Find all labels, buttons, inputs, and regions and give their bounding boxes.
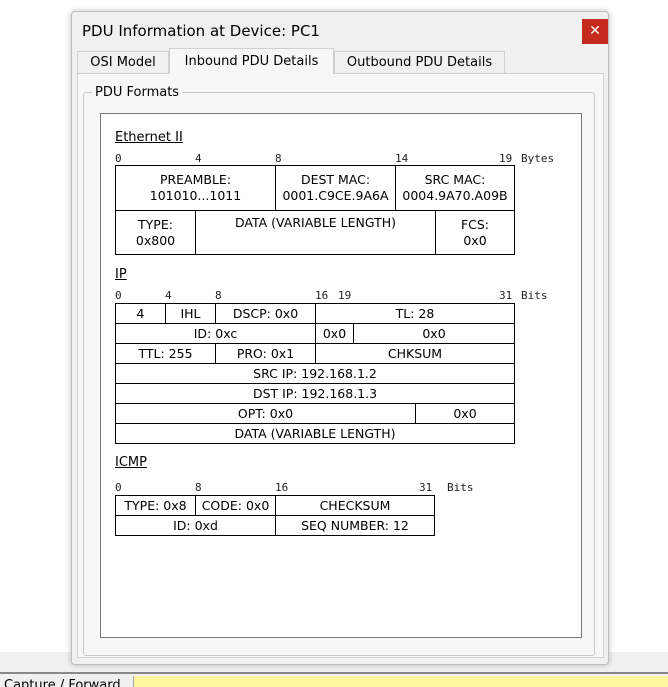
ip-ihl-field: IHL — [165, 303, 216, 324]
pdu-formats-label: PDU Formats — [92, 85, 183, 100]
pdu-formats-panel: Ethernet II 0 4 8 14 19 Bytes PREAMBLE: … — [100, 113, 582, 638]
ip-checksum-field: CHKSUM — [315, 343, 515, 364]
src-mac-value: 0004.9A70.A09B — [402, 188, 508, 203]
ethernet-type-field: TYPE: 0x800 — [115, 210, 196, 255]
ip-dscp-field: DSCP: 0x0 — [215, 303, 316, 324]
ethernet-scale-unit: Bytes — [521, 152, 555, 165]
ethernet-title: Ethernet II — [115, 130, 183, 145]
dest-mac-value: 0001.C9CE.9A6A — [282, 188, 389, 203]
ip-version-field: 4 — [115, 303, 166, 324]
background-divider — [0, 672, 668, 674]
icmp-checksum-field: CHECKSUM — [275, 495, 435, 516]
ip-flags-field: 0x0 — [315, 323, 354, 344]
ip-scale-19: 19 — [338, 289, 352, 302]
icmp-title: ICMP — [115, 455, 147, 470]
tab-inbound-pdu-details[interactable]: Inbound PDU Details — [169, 48, 334, 74]
tab-outbound-pdu-details[interactable]: Outbound PDU Details — [334, 51, 505, 73]
ethernet-scale-19: 19 — [499, 152, 513, 165]
ethernet-data-field: DATA (VARIABLE LENGTH) — [195, 210, 436, 255]
pdu-info-window: PDU Information at Device: PC1 ✕ OSI Mod… — [71, 11, 609, 665]
icmp-seq-number-field: SEQ NUMBER: 12 — [275, 515, 435, 536]
ip-scale-unit: Bits — [521, 289, 548, 302]
dest-mac-label: DEST MAC: — [300, 172, 371, 187]
capture-forward-tab[interactable]: Capture / Forward — [0, 676, 134, 687]
ethernet-scale-8: 8 — [275, 152, 282, 165]
ip-scale-16: 16 — [315, 289, 329, 302]
ip-title: IP — [115, 267, 127, 282]
fcs-label: FCS: — [460, 216, 490, 232]
icmp-code-field: CODE: 0x0 — [195, 495, 276, 516]
preamble-value: 101010...1011 — [149, 188, 242, 203]
ip-scale-0: 0 — [115, 289, 122, 302]
ip-id-field: ID: 0xc — [115, 323, 316, 344]
background-yellow-panel — [133, 676, 668, 687]
fcs-value: 0x0 — [463, 232, 487, 248]
ethernet-dest-mac-field: DEST MAC: 0001.C9CE.9A6A — [275, 165, 396, 211]
window-title: PDU Information at Device: PC1 — [82, 22, 320, 40]
icmp-scale-16: 16 — [275, 481, 289, 494]
ethernet-scale-14: 14 — [395, 152, 409, 165]
ip-scale-4: 4 — [165, 289, 172, 302]
ethernet-src-mac-field: SRC MAC: 0004.9A70.A09B — [395, 165, 515, 211]
ethernet-fcs-field: FCS: 0x0 — [435, 210, 515, 255]
ip-fragment-offset-field: 0x0 — [353, 323, 515, 344]
ip-data-field: DATA (VARIABLE LENGTH) — [115, 423, 515, 444]
close-button[interactable]: ✕ — [582, 19, 608, 44]
type-label: TYPE: — [138, 216, 173, 232]
icmp-scale-31: 31 — [419, 481, 433, 494]
icmp-type-field: TYPE: 0x8 — [115, 495, 196, 516]
ip-dst-ip-field: DST IP: 192.168.1.3 — [115, 383, 515, 404]
ethernet-preamble-field: PREAMBLE: 101010...1011 — [115, 165, 276, 211]
icmp-scale-unit: Bits — [447, 481, 474, 494]
tab-osi-model[interactable]: OSI Model — [77, 51, 169, 73]
ip-options-field: OPT: 0x0 — [115, 403, 416, 424]
ip-padding-field: 0x0 — [415, 403, 515, 424]
ethernet-scale-4: 4 — [195, 152, 202, 165]
icmp-scale-8: 8 — [195, 481, 202, 494]
src-mac-label: SRC MAC: — [424, 172, 486, 187]
ip-src-ip-field: SRC IP: 192.168.1.2 — [115, 363, 515, 384]
icmp-scale-0: 0 — [115, 481, 122, 494]
ethernet-scale-0: 0 — [115, 152, 122, 165]
ip-total-length-field: TL: 28 — [315, 303, 515, 324]
ip-ttl-field: TTL: 255 — [115, 343, 216, 364]
ip-protocol-field: PRO: 0x1 — [215, 343, 316, 364]
ip-scale-8: 8 — [215, 289, 222, 302]
icmp-id-field: ID: 0xd — [115, 515, 276, 536]
ip-scale-31: 31 — [499, 289, 513, 302]
preamble-label: PREAMBLE: — [159, 172, 232, 187]
type-value: 0x800 — [135, 232, 176, 248]
